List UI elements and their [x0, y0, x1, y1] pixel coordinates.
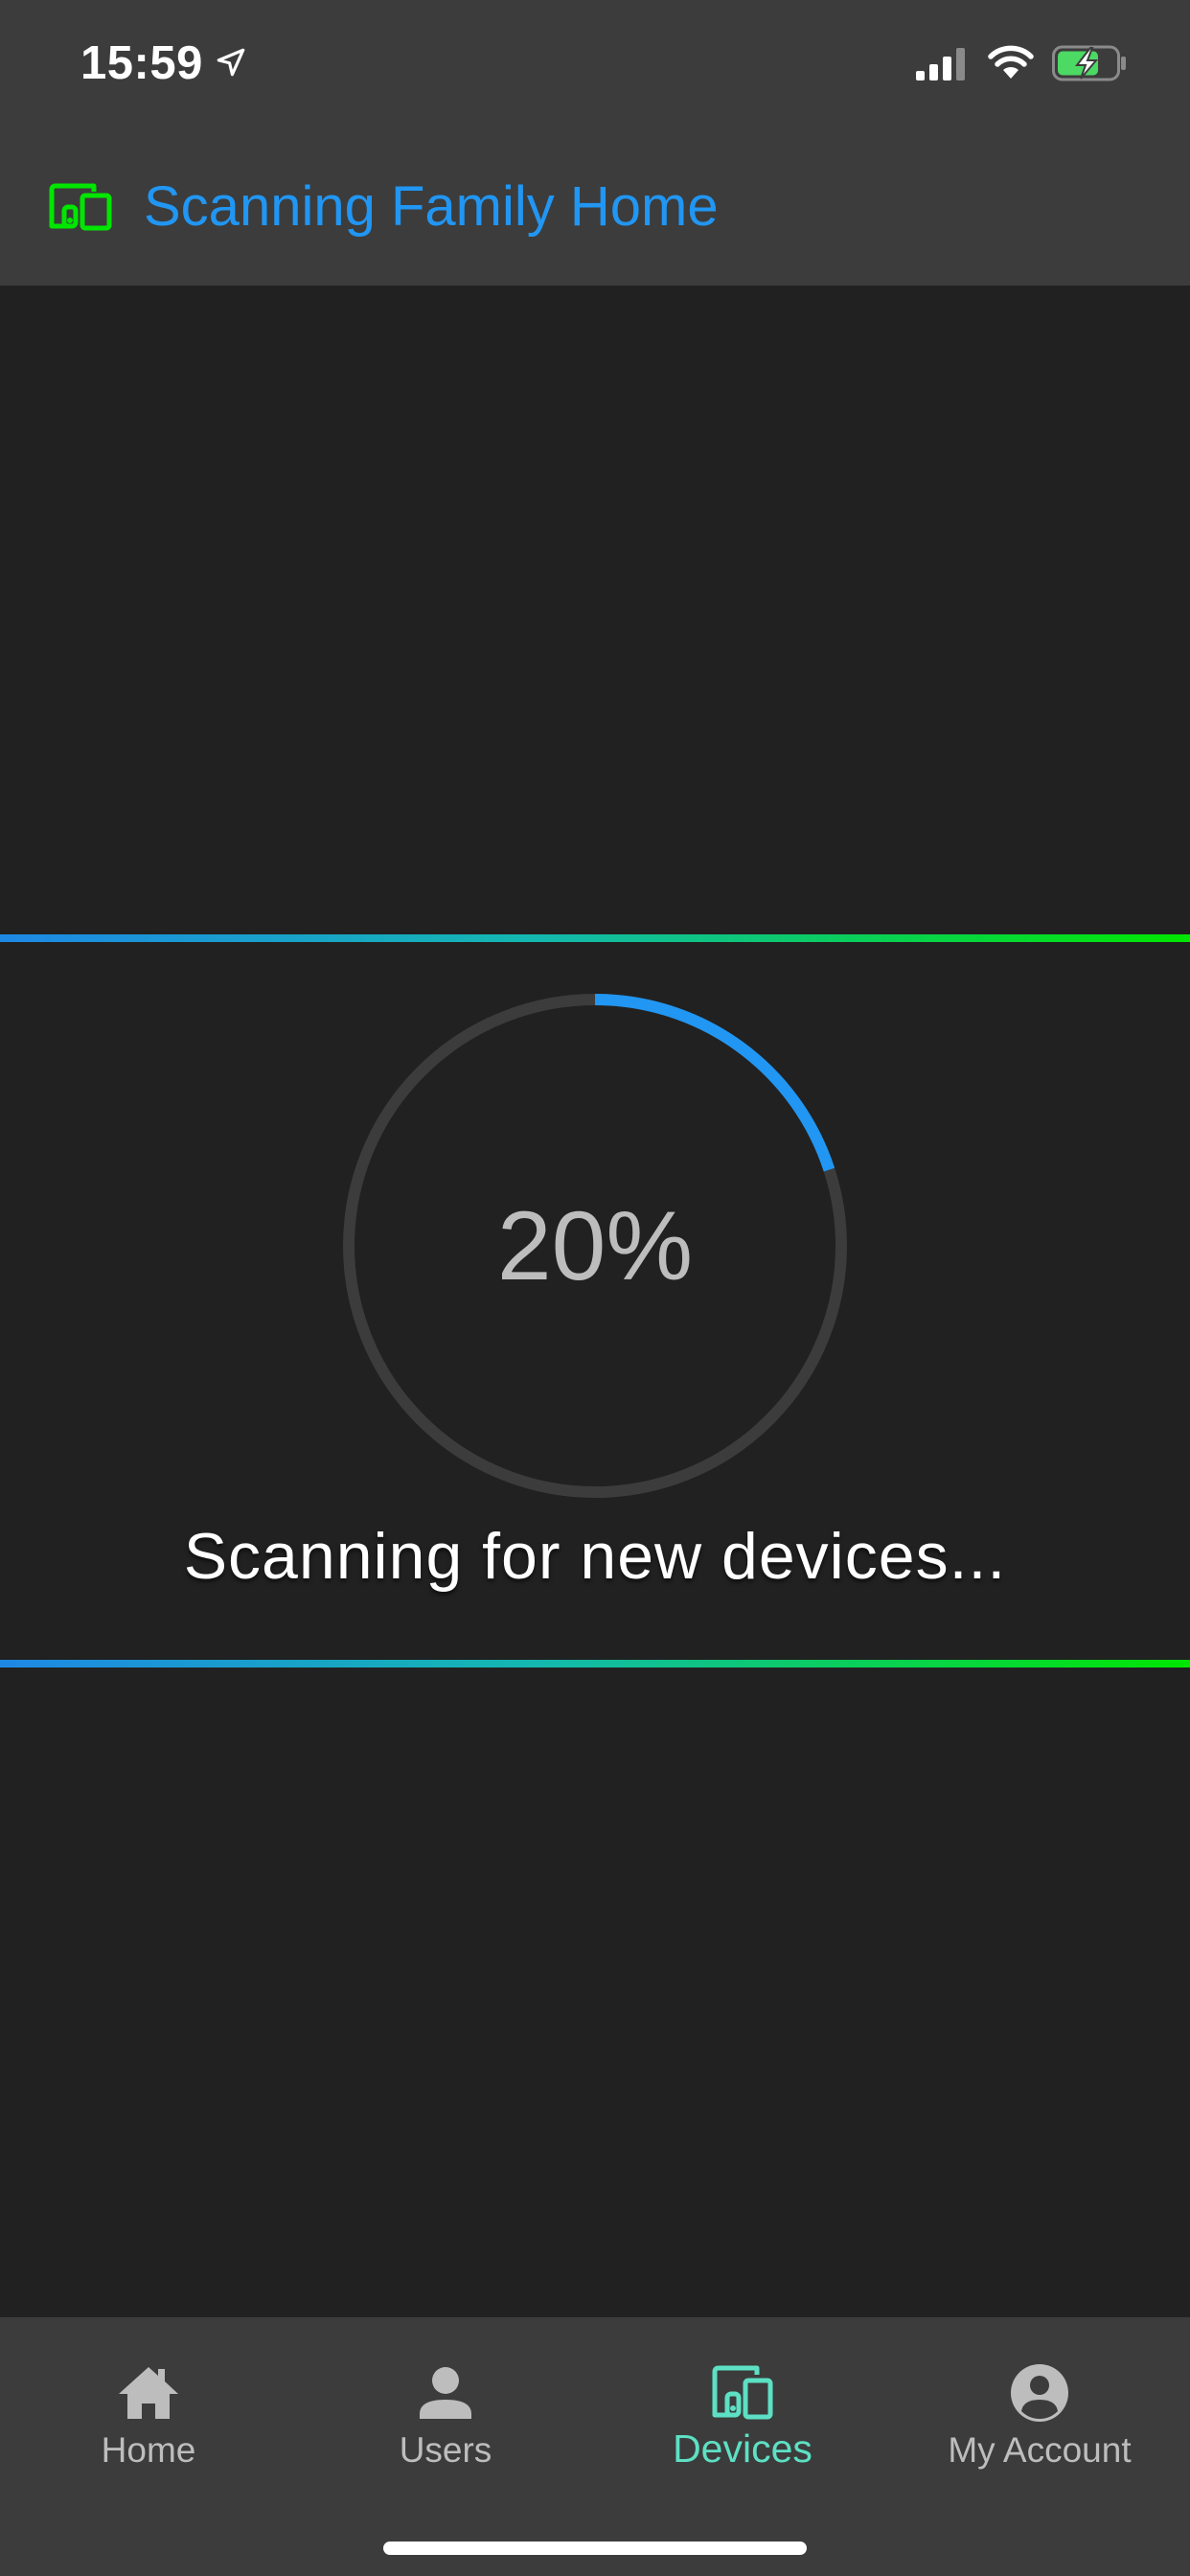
location-arrow-icon [217, 48, 245, 77]
nav-label-users: Users [399, 2430, 492, 2470]
page-title: Scanning Family Home [144, 175, 719, 238]
wifi-icon [988, 45, 1034, 79]
cellular-signal-icon [916, 48, 965, 80]
home-indicator[interactable] [383, 2542, 807, 2555]
nav-label-my-account: My Account [948, 2430, 1132, 2470]
nav-item-my-account[interactable]: My Account [891, 2336, 1188, 2480]
progress-percentage: 20% [496, 1191, 694, 1300]
nav-item-home[interactable]: Home [0, 2336, 297, 2480]
status-bar: 15:59 [0, 0, 1190, 129]
devices-icon [49, 183, 112, 231]
scan-status-text: Scanning for new devices... [183, 1520, 1007, 1593]
bottom-gradient-divider [0, 1660, 1190, 1668]
home-icon [119, 2367, 178, 2419]
nav-label-home: Home [101, 2430, 196, 2470]
account-circle-icon [1011, 2364, 1068, 2422]
user-icon [420, 2367, 471, 2419]
scan-progress-panel: 20% Scanning for new devices... [0, 934, 1190, 1668]
top-gradient-divider [0, 934, 1190, 942]
devices-icon [712, 2365, 773, 2420]
bottom-navigation: Home Users Devices My Account [0, 2317, 1190, 2576]
app-header: Scanning Family Home [0, 153, 1190, 259]
status-time: 15:59 [80, 37, 203, 89]
nav-item-users[interactable]: Users [297, 2336, 594, 2480]
nav-item-devices[interactable]: Devices [594, 2336, 891, 2480]
top-bar: 15:59 Scanning Family Home [0, 0, 1190, 286]
nav-label-devices: Devices [673, 2426, 812, 2471]
battery-charging-icon [1052, 45, 1126, 81]
